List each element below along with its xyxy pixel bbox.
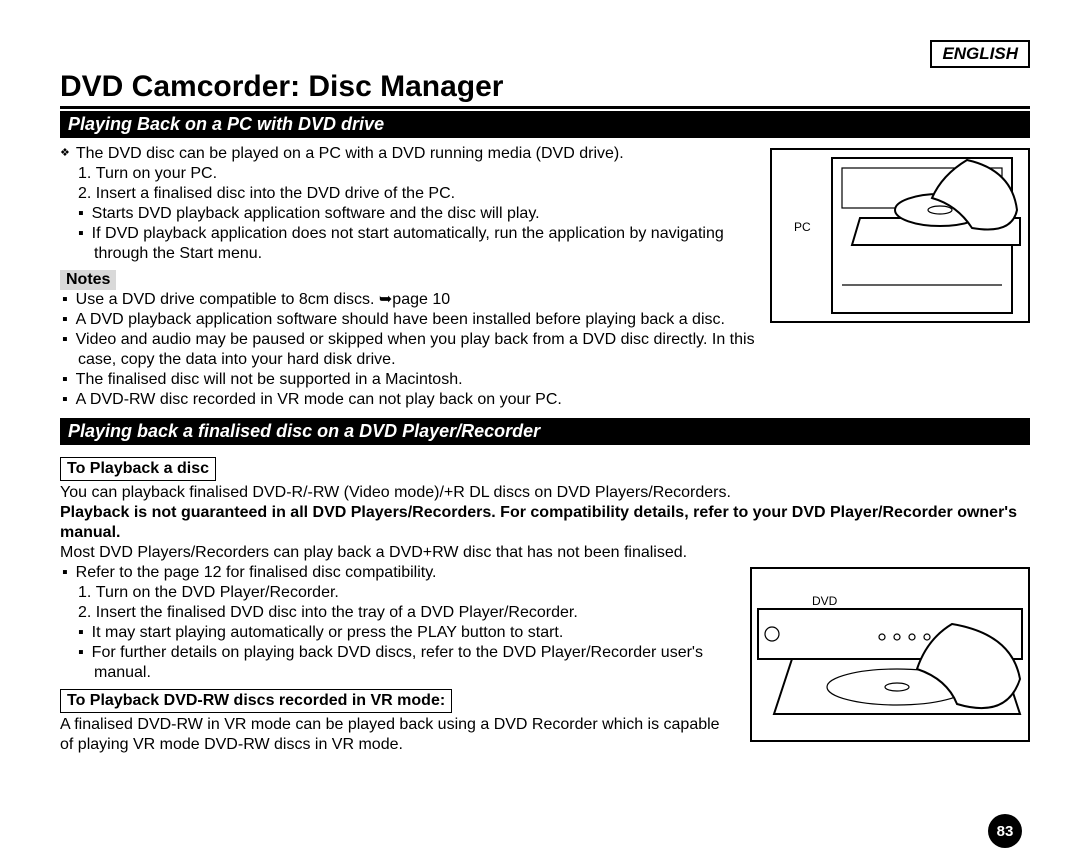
section2-heading: Playing back a finalised disc on a DVD P… — [60, 418, 1030, 445]
subheading-playback-disc: To Playback a disc — [60, 457, 216, 481]
notes-heading: Notes — [60, 270, 116, 290]
dvd-illustration: DVD — [750, 567, 1030, 742]
section1-heading: Playing Back on a PC with DVD drive — [60, 111, 1030, 138]
manual-page: ENGLISH DVD Camcorder: Disc Manager Play… — [0, 0, 1080, 866]
section1-note5: A DVD-RW disc recorded in VR mode can no… — [78, 390, 1030, 410]
section2-body: To Playback a disc You can playback fina… — [60, 451, 1030, 755]
dvd-illustration-label: DVD — [812, 594, 837, 609]
subheading-vr-mode: To Playback DVD-RW discs recorded in VR … — [60, 689, 452, 713]
dvd-player-icon — [752, 569, 1028, 740]
page-number-badge: 83 — [988, 814, 1022, 848]
pc-illustration: PC — [770, 148, 1030, 323]
section1-note3: Video and audio may be paused or skipped… — [78, 330, 1030, 370]
language-tag: ENGLISH — [930, 40, 1030, 68]
pc-illustration-label: PC — [794, 220, 811, 235]
section2-p1: You can playback finalised DVD-R/-RW (Vi… — [60, 483, 1030, 503]
section2-p2: Playback is not guaranteed in all DVD Pl… — [60, 503, 1030, 543]
section1-note4: The finalised disc will not be supported… — [78, 370, 1030, 390]
page-title: DVD Camcorder: Disc Manager — [60, 70, 1030, 109]
section1-body: PC The DVD disc can be played on a PC wi… — [60, 144, 1030, 410]
pc-drive-icon — [772, 150, 1028, 321]
section2-p3: Most DVD Players/Recorders can play back… — [60, 543, 1030, 563]
